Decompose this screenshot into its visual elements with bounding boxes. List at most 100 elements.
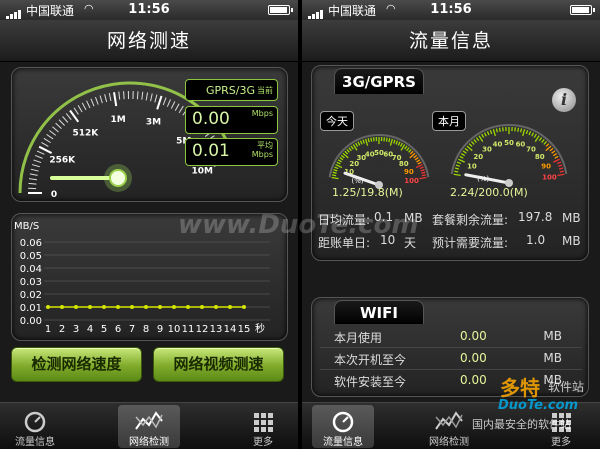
x-tick-label: 11 [182,324,195,335]
status-bar: 中国联通 ◠ 11:56 [0,0,298,20]
dial-tick-label: 40 [493,141,503,149]
gauge-tick [38,145,53,154]
dial-tick [395,140,399,145]
series-point [116,305,120,309]
gauge-tick [156,95,163,110]
x-tick-label: 10 [168,324,181,335]
test-network-speed-button[interactable]: 检测网络速度 [11,347,142,382]
x-tick-label: 12 [196,324,209,335]
gauge-tick [166,99,171,107]
month-usage-gauge: 102030405060708090100(%) [450,124,568,187]
average-speed-value: 0.01 [192,141,230,161]
dial-tick-label: 60 [516,141,526,149]
tab-traffic-info[interactable]: 流量信息 [312,405,374,448]
dial-tick [545,143,550,147]
tab-network-test[interactable]: 网络检测 [118,405,180,448]
dial-tick [517,127,520,132]
dial-tick [533,133,537,138]
dial-tick [416,159,421,163]
wifi-row-label: 本次开机至今 [334,353,407,367]
mode-label: GPRS/3G [206,84,256,97]
watermark-url: DuoTe.com [498,398,579,413]
y-tick-label: 0.05 [20,251,42,262]
gauge-tick [123,91,125,100]
dial-tick [331,174,337,177]
gauge-tick-label: 256K [49,155,76,165]
gauge-tick [90,98,95,107]
info-icon[interactable]: i [552,88,576,112]
dial-tick [335,163,343,169]
dial-tick [468,143,473,147]
test-video-speed-button[interactable]: 网络视频测速 [153,347,284,382]
dial-tick [362,139,365,144]
dial-tick [473,138,477,143]
watermark-brand: 多特 [500,376,540,400]
dial-tick [538,137,543,142]
gauge-tick [178,105,184,114]
dial-tick [554,155,559,159]
tab-label: 更多 [253,437,273,448]
dial-tick [522,129,526,137]
dial-tick [348,147,352,152]
today-usage-value: 1.25/19.8(M) [332,186,403,199]
dial-tick [414,156,419,161]
gauge-tick [154,94,158,103]
x-tick-label: 3 [73,324,79,335]
average-label: 平均 [257,141,273,150]
dial-tick [333,168,338,172]
status-bar: 中国联通 ◠ 11:56 [302,0,600,20]
dial-tick [331,176,339,180]
series-point [144,305,148,309]
average-speed-readout: 0.01 平均 Mbps [185,138,278,166]
dial-tick [541,138,545,143]
gauge-tick [99,95,103,104]
series-point [130,305,134,309]
wifi-row: 本次开机至今 0.00 MB [320,348,582,370]
gauge-tick [94,96,99,105]
gauge-tick [31,164,40,168]
gauge-tick [104,94,108,103]
gauge-tick [108,93,112,102]
gauge-icon [24,411,46,433]
y-tick-label: 0.01 [20,303,42,314]
average-speed-unit: Mbps [251,150,273,159]
gauge-tick [170,101,176,109]
gauge-tick [141,91,144,100]
gauge-tick [28,182,37,185]
wifi-row-value: 0.00 [460,351,487,365]
series-point [74,305,78,309]
dial-tick [367,138,370,143]
dial-tick [337,159,342,163]
y-tick-label: 0.02 [20,290,42,301]
x-tick-label: 4 [87,324,93,335]
dial-tick [455,164,460,167]
gauge-tick [86,100,91,109]
dial-tick [419,166,424,170]
watermark-brand-suffix: 软件站 [548,380,585,394]
dial-tick [370,137,373,142]
dial-tick [355,142,359,147]
gauge-tick [118,91,121,100]
dial-tick [486,131,490,136]
x-tick-label: 2 [59,324,65,335]
dial-tick [339,156,344,161]
status-time: 11:56 [430,2,472,17]
status-time: 11:56 [128,2,170,17]
tab-traffic-info[interactable]: 流量信息 [4,405,66,448]
dial-tick-label: 50 [504,139,514,147]
tab-more[interactable]: 更多 [232,405,294,448]
gauge-tick [34,154,43,159]
dial-tick [543,141,548,145]
dial-tick [531,132,535,137]
dial-tick [421,171,426,174]
estimate-value: 1.0 [526,233,546,247]
wifi-section-tab: WIFI [334,300,424,324]
dial-tick [420,168,425,172]
dial-tick [459,155,464,159]
dial-tick [454,170,459,173]
dial-tick [453,173,461,176]
gauge-tick [49,130,57,136]
dial-tick [458,158,465,163]
dial-tick [556,161,562,165]
wifi-row-value: 0.00 [460,329,487,343]
